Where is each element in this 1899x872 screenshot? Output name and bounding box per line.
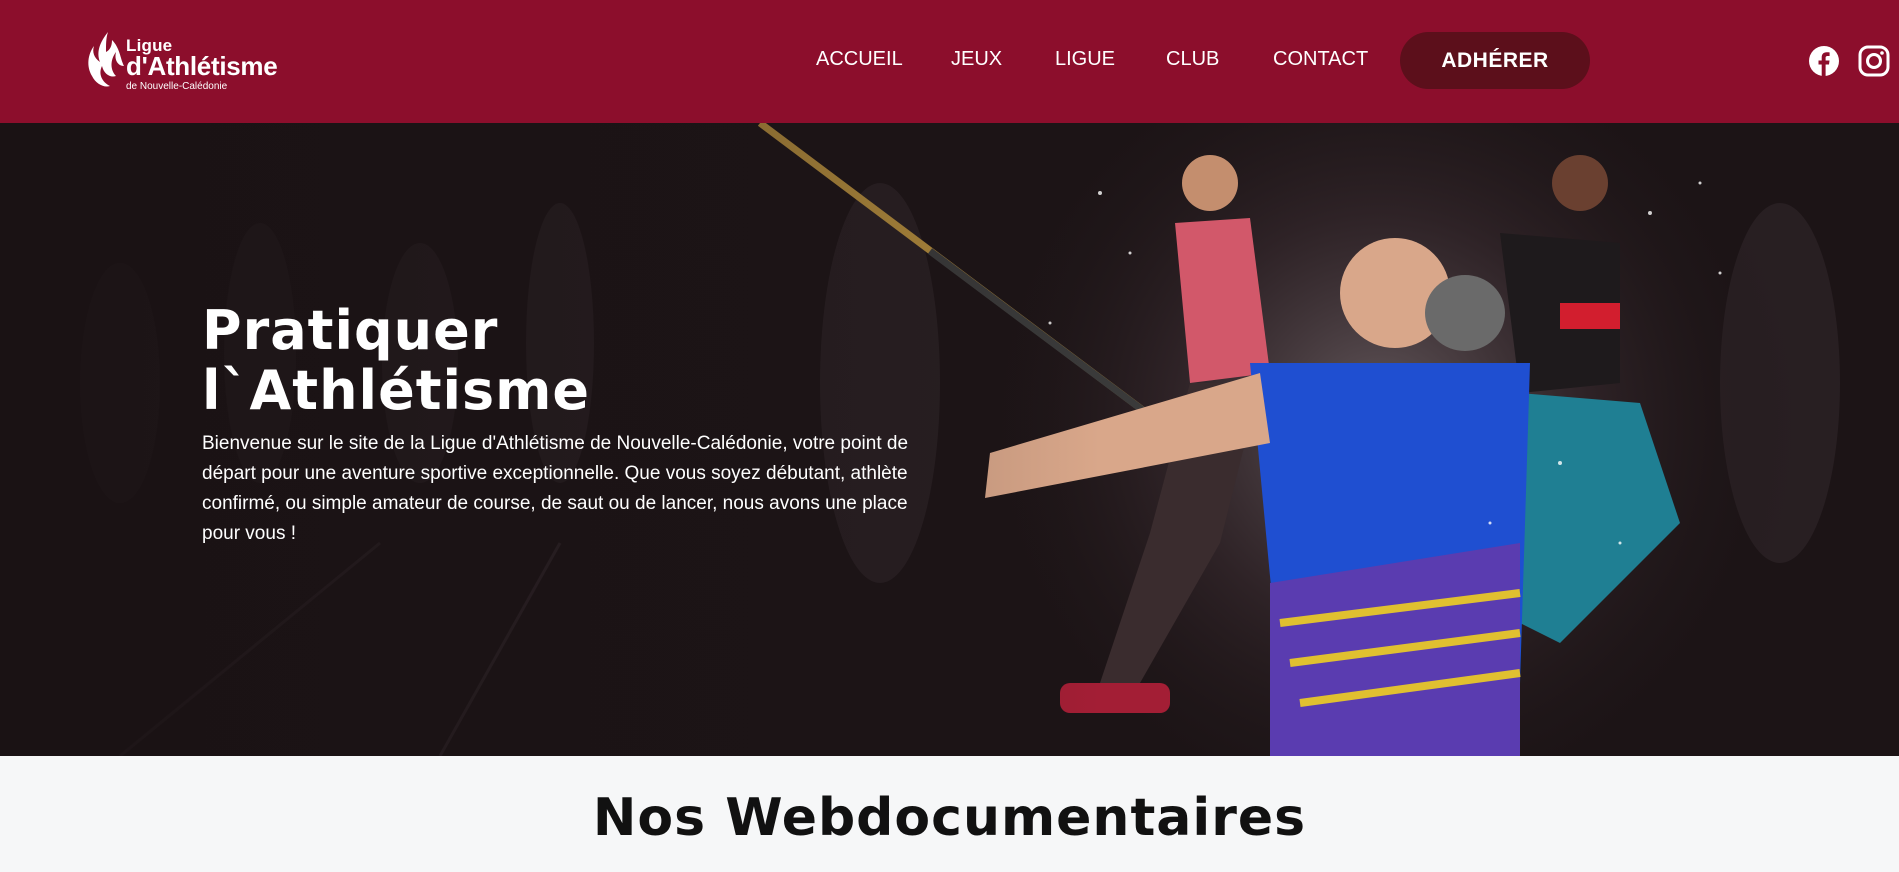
logo-line-3: de Nouvelle-Calédonie [126,81,228,92]
facebook-icon[interactable] [1808,45,1840,77]
logo-line-2: d'Athlétisme [126,51,278,81]
site-logo[interactable]: Ligue d'Athlétisme de Nouvelle-Calédonie [86,28,278,92]
section-title: Nos Webdocumentaires [592,788,1307,848]
hero-title: Pratiquer l`Athlétisme [202,301,590,421]
nav-accueil[interactable]: ACCUEIL [816,48,903,71]
nav-jeux[interactable]: JEUX [951,48,1002,71]
webdocumentaires-section: Nos Webdocumentaires [0,756,1899,872]
hero-description: Bienvenue sur le site de la Ligue d'Athl… [202,433,909,544]
instagram-icon[interactable] [1858,45,1890,77]
hero-section: Pratiquer l`Athlétisme Bienvenue sur le … [0,123,1899,756]
flame-logo-icon [88,32,124,87]
site-header: Ligue d'Athlétisme de Nouvelle-Calédonie… [0,0,1899,123]
adherer-button[interactable]: ADHÉRER [1400,32,1590,89]
hero-title-line-2: l`Athlétisme [202,359,591,422]
hero-title-line-1: Pratiquer [202,299,499,362]
nav-club[interactable]: CLUB [1166,48,1219,71]
nav-contact[interactable]: CONTACT [1273,48,1368,71]
nav-ligue[interactable]: LIGUE [1055,48,1115,71]
